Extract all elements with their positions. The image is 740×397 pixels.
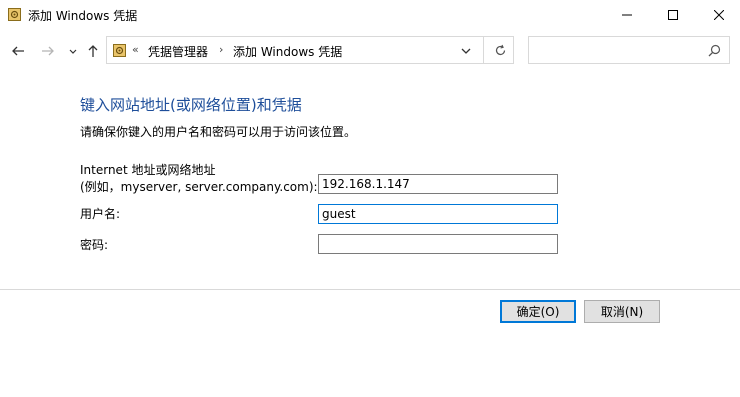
refresh-icon (495, 44, 505, 55)
window-title: 添加 Windows 凭据 (28, 9, 138, 23)
page-heading: 键入网站地址(或网络位置)和凭据 (80, 96, 302, 114)
recent-dropdown-icon[interactable] (66, 44, 80, 58)
cancel-button[interactable]: 取消(N) (584, 300, 660, 323)
address-field[interactable] (318, 174, 558, 194)
password-field[interactable] (318, 234, 558, 254)
close-icon (714, 10, 724, 20)
maximize-icon (668, 10, 678, 20)
credential-vault-icon (113, 44, 126, 57)
title-bar: 添加 Windows 凭据 (0, 0, 740, 30)
search-input[interactable] (528, 36, 730, 64)
up-arrow-icon[interactable] (86, 44, 100, 58)
divider (0, 289, 740, 290)
address-label-line2: (例如，myserver, server.company.com): (80, 180, 318, 194)
credential-vault-icon (8, 8, 21, 21)
breadcrumb-overflow[interactable]: « (132, 43, 139, 56)
back-arrow-icon[interactable] (11, 44, 25, 58)
address-bar[interactable]: « 凭据管理器 › 添加 Windows 凭据 (106, 36, 514, 64)
close-button[interactable] (696, 0, 740, 30)
minimize-icon (622, 14, 632, 16)
username-field[interactable] (318, 204, 558, 224)
forward-arrow-icon[interactable] (41, 44, 55, 58)
maximize-button[interactable] (650, 0, 696, 30)
page-description: 请确保你键入的用户名和密码可以用于访问该位置。 (80, 125, 357, 139)
username-label: 用户名: (80, 207, 121, 221)
breadcrumb-item[interactable]: 添加 Windows 凭据 (233, 43, 342, 60)
breadcrumb-separator[interactable]: › (219, 43, 223, 56)
breadcrumb-item[interactable]: 凭据管理器 (148, 43, 208, 60)
address-label-line1: Internet 地址或网络地址 (80, 163, 216, 177)
chevron-down-icon[interactable] (459, 44, 473, 58)
minimize-button[interactable] (604, 0, 650, 30)
ok-button[interactable]: 确定(O) (500, 300, 576, 323)
refresh-button[interactable] (483, 37, 516, 63)
search-icon (708, 44, 721, 57)
password-label: 密码: (80, 238, 109, 252)
